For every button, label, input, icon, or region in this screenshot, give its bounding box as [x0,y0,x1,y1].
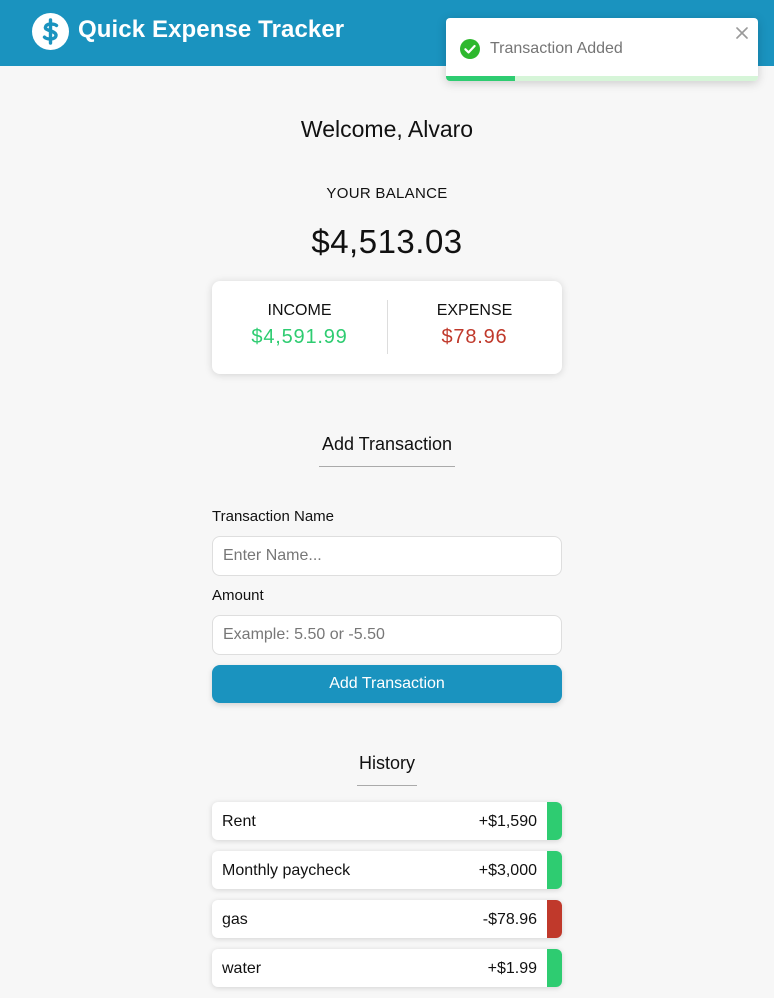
history-item-name: gas [222,911,248,928]
check-circle-icon [460,39,480,59]
dollar-sign-icon [32,13,69,50]
income-expense-card: INCOME $4,591.99 EXPENSE $78.96 [212,281,562,374]
app-title: Quick Expense Tracker [78,16,345,43]
toast-notification: Transaction Added [446,18,758,81]
transaction-name-label: Transaction Name [212,508,334,525]
welcome-heading: Welcome, Alvaro [300,116,474,142]
add-transaction-heading: Add Transaction [321,434,453,454]
history-item[interactable]: gas -$78.96 [212,900,562,938]
history-divider [357,785,417,786]
history-item-amount: -$78.96 [482,911,537,928]
add-transaction-divider [319,466,455,467]
expense-section: EXPENSE $78.96 [387,281,562,374]
transaction-name-input[interactable] [212,536,562,576]
amount-label: Amount [212,587,264,604]
balance-label: YOUR BALANCE [326,185,448,202]
history-item-amount: +$1.99 [487,960,537,977]
history-item-name: Monthly paycheck [222,862,351,879]
toast-progress-bar [446,76,515,81]
history-item[interactable]: water +$1.99 [212,949,562,987]
income-indicator [547,949,562,987]
income-value: $4,591.99 [251,326,348,348]
toast-message: Transaction Added [490,40,623,57]
history-item-amount: +$3,000 [478,862,537,879]
history-heading: History [358,753,415,773]
toast-progress-track [446,76,758,81]
income-section: INCOME $4,591.99 [212,281,387,374]
expense-label: EXPENSE [436,302,513,319]
history-item-amount: +$1,590 [478,813,537,830]
expense-value: $78.96 [441,326,508,348]
income-label: INCOME [267,302,332,319]
history-list: Rent +$1,590 Monthly paycheck +$3,000 gas -$7… [212,802,562,998]
history-item[interactable]: Monthly paycheck +$3,000 [212,851,562,889]
add-transaction-button[interactable]: Add Transaction [212,665,562,703]
balance-value: $4,513.03 [311,223,463,260]
history-item-name: water [222,960,262,977]
history-item[interactable]: Rent +$1,590 [212,802,562,840]
income-indicator [547,802,562,840]
expense-indicator [547,900,562,938]
close-icon[interactable] [736,26,748,39]
history-item-name: Rent [222,813,256,830]
amount-input[interactable] [212,615,562,655]
income-indicator [547,851,562,889]
